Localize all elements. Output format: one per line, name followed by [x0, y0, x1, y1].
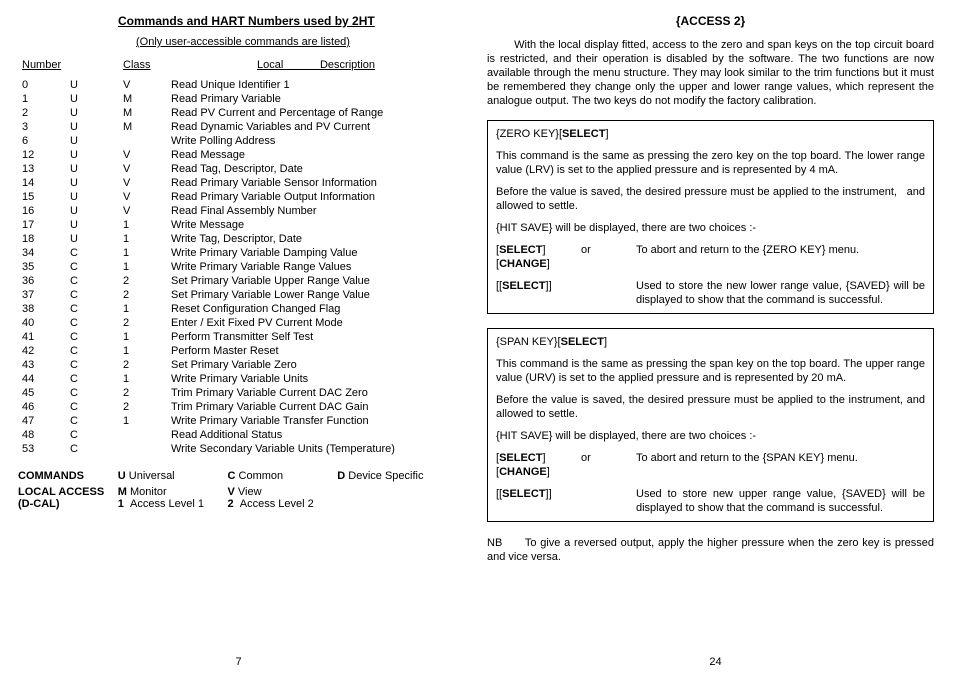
- table-row: 14UVRead Primary Variable Sensor Informa…: [18, 176, 447, 190]
- table-row: 47C1Write Primary Variable Transfer Func…: [18, 414, 447, 428]
- commands-table: Number Class Local Description 0UVRead U…: [18, 58, 447, 456]
- table-row: 36C2Set Primary Variable Upper Range Val…: [18, 274, 447, 288]
- nb-note: NB To give a reversed output, apply the …: [487, 536, 934, 564]
- hdr-number: Number: [18, 58, 66, 78]
- right-page: {ACCESS 2} With the local display fitted…: [477, 0, 954, 676]
- table-row: 15UVRead Primary Variable Output Informa…: [18, 190, 447, 204]
- left-page: Commands and HART Numbers used by 2HT (O…: [0, 0, 477, 676]
- span-key-p3: {HIT SAVE} will be displayed, there are …: [496, 429, 925, 443]
- table-row: 18U1Write Tag, Descriptor, Date: [18, 232, 447, 246]
- table-row: 40C2Enter / Exit Fixed PV Current Mode: [18, 316, 447, 330]
- table-row: 34C1Write Primary Variable Damping Value: [18, 246, 447, 260]
- right-page-number: 24: [477, 656, 954, 668]
- zero-key-p1: This command is the same as pressing the…: [496, 149, 925, 177]
- table-row: 45C2Trim Primary Variable Current DAC Ze…: [18, 386, 447, 400]
- zero-key-p2: Before the value is saved, the desired p…: [496, 185, 925, 213]
- table-row: 0UVRead Unique Identifier 1: [18, 78, 447, 92]
- legend-local-label2: (D-CAL): [18, 498, 60, 510]
- table-row: 16UVRead Final Assembly Number: [18, 204, 447, 218]
- table-row: 6UWrite Polling Address: [18, 134, 447, 148]
- zero-option-2: [[SELECT]] Used to store the new lower r…: [496, 279, 925, 307]
- table-row: 41C1Perform Transmitter Self Test: [18, 330, 447, 344]
- table-row: 38C1Reset Configuration Changed Flag: [18, 302, 447, 316]
- table-row: 35C1Write Primary Variable Range Values: [18, 260, 447, 274]
- left-page-number: 7: [0, 656, 477, 668]
- legend-commands-label: COMMANDS: [18, 470, 118, 482]
- table-header: Number Class Local Description: [18, 58, 447, 78]
- table-row: 53CWrite Secondary Variable Units (Tempe…: [18, 442, 447, 456]
- legend: COMMANDS U Universal C Common D Device S…: [18, 470, 447, 510]
- table-row: 42C1Perform Master Reset: [18, 344, 447, 358]
- hdr-description: Description: [320, 59, 375, 71]
- table-row: 48CRead Additional Status: [18, 428, 447, 442]
- table-row: 17U1Write Message: [18, 218, 447, 232]
- zero-option-1: [SELECT] [CHANGE] or To abort and return…: [496, 243, 925, 271]
- hdr-class: Class: [119, 58, 167, 78]
- table-row: 43C2Set Primary Variable Zero: [18, 358, 447, 372]
- table-row: 3UMRead Dynamic Variables and PV Current: [18, 120, 447, 134]
- right-intro: With the local display fitted, access to…: [487, 38, 934, 108]
- right-title: {ACCESS 2}: [487, 14, 934, 28]
- span-option-1: [SELECT] [CHANGE] or To abort and return…: [496, 451, 925, 479]
- span-key-box: {SPAN KEY}[SELECT] This command is the s…: [487, 328, 934, 522]
- table-row: 46C2Trim Primary Variable Current DAC Ga…: [18, 400, 447, 414]
- zero-key-heading: {ZERO KEY}[SELECT]: [496, 127, 925, 141]
- zero-key-box: {ZERO KEY}[SELECT] This command is the s…: [487, 120, 934, 314]
- hdr-local: Local: [257, 59, 283, 71]
- left-subtitle: (Only user-accessible commands are liste…: [136, 36, 447, 48]
- table-row: 2UMRead PV Current and Percentage of Ran…: [18, 106, 447, 120]
- span-option-2: [[SELECT]] Used to store new upper range…: [496, 487, 925, 515]
- table-row: 44C1Write Primary Variable Units: [18, 372, 447, 386]
- table-row: 13UVRead Tag, Descriptor, Date: [18, 162, 447, 176]
- span-key-p1: This command is the same as pressing the…: [496, 357, 925, 385]
- table-row: 37C2Set Primary Variable Lower Range Val…: [18, 288, 447, 302]
- span-key-p2: Before the value is saved, the desired p…: [496, 393, 925, 421]
- table-row: 12UVRead Message: [18, 148, 447, 162]
- table-row: 1UMRead Primary Variable: [18, 92, 447, 106]
- legend-local-label: LOCAL ACCESS: [18, 486, 104, 498]
- span-key-heading: {SPAN KEY}[SELECT]: [496, 335, 925, 349]
- left-title: Commands and HART Numbers used by 2HT: [118, 14, 447, 28]
- zero-key-p3: {HIT SAVE} will be displayed, there are …: [496, 221, 925, 235]
